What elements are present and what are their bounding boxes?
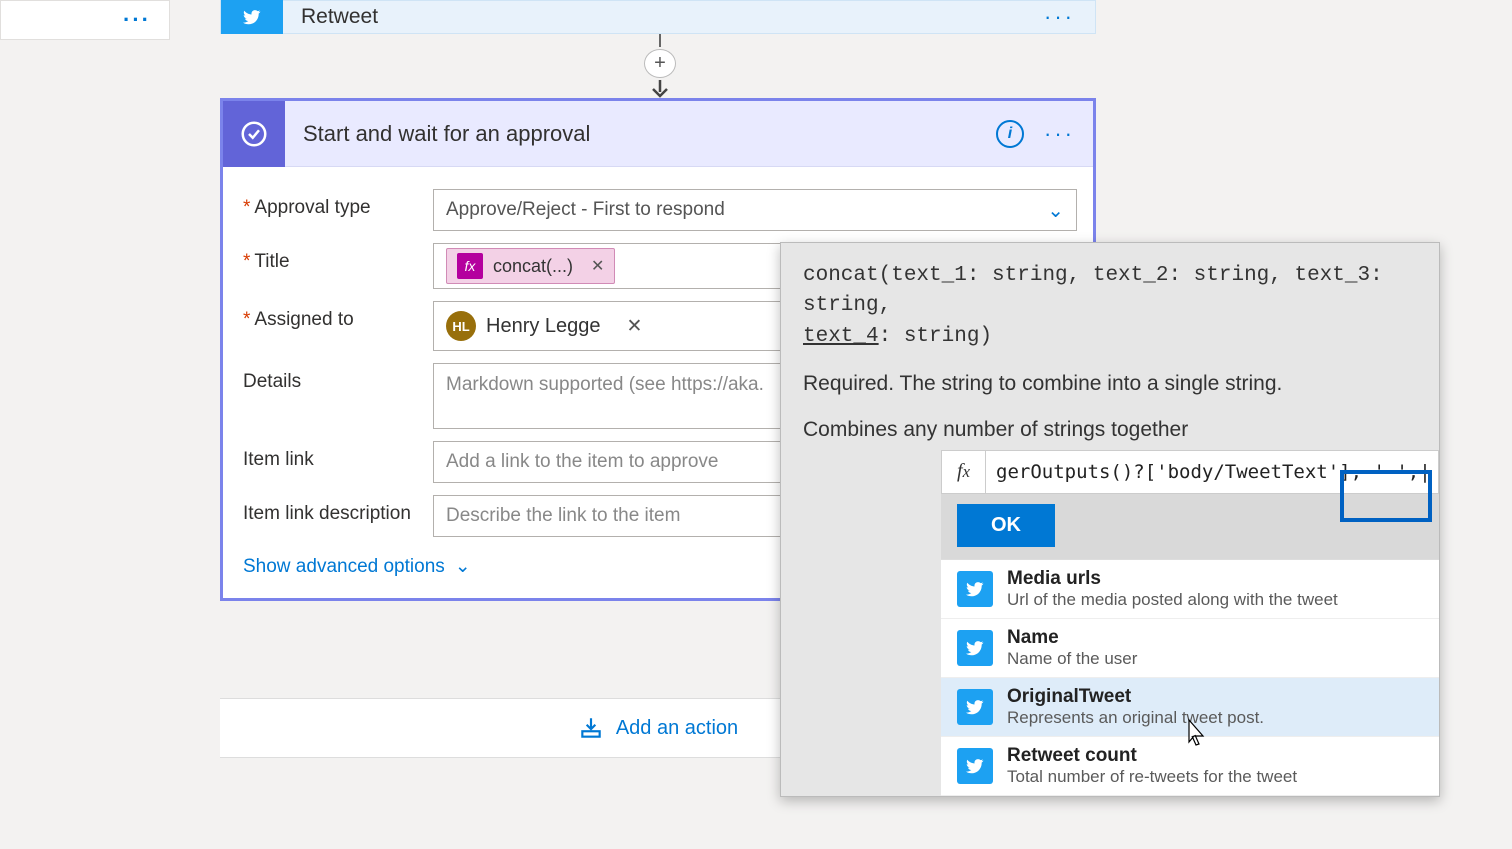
- field-approval-type: *Approval type Approve/Reject - First to…: [243, 189, 1077, 231]
- dynamic-content-list: Media urlsUrl of the media posted along …: [941, 559, 1439, 796]
- twitter-icon: [957, 748, 993, 784]
- expression-signature: concat(text_1: string, text_2: string, t…: [781, 243, 1439, 358]
- ellipsis-icon[interactable]: ···: [123, 7, 151, 33]
- chevron-down-icon: ⌄: [1047, 198, 1064, 223]
- twitter-icon: [221, 0, 283, 34]
- approval-more-icon[interactable]: ···: [1044, 121, 1075, 147]
- chevron-down-icon: ⌄: [455, 555, 471, 578]
- twitter-icon: [957, 689, 993, 725]
- retweet-title: Retweet: [301, 5, 1044, 29]
- add-action-label: Add an action: [616, 717, 738, 740]
- approval-title: Start and wait for an approval: [303, 121, 996, 147]
- add-step-button[interactable]: +: [644, 49, 676, 78]
- fx-icon: fx: [457, 253, 483, 279]
- ok-button[interactable]: OK: [957, 504, 1055, 547]
- approval-type-label: Approval type: [254, 197, 370, 218]
- arrow-down-icon: [649, 80, 671, 100]
- mouse-cursor-icon: [1182, 718, 1208, 753]
- info-icon[interactable]: i: [996, 120, 1024, 148]
- remove-person-icon[interactable]: ✕: [627, 315, 643, 338]
- selection-highlight: [1340, 470, 1432, 522]
- approval-type-select[interactable]: Approve/Reject - First to respond ⌄: [433, 189, 1077, 231]
- flow-connector: +: [640, 34, 680, 100]
- fx-icon: fx: [941, 450, 985, 494]
- remove-token-icon[interactable]: ✕: [591, 256, 604, 276]
- item-link-label: Item link: [243, 449, 314, 470]
- expression-description: Combines any number of strings together: [781, 418, 1439, 450]
- twitter-icon: [957, 571, 993, 607]
- dynamic-item-name[interactable]: NameName of the user: [941, 619, 1439, 678]
- approval-icon: [223, 101, 285, 167]
- retweet-action-card[interactable]: Retweet ···: [220, 0, 1096, 34]
- more-icon[interactable]: ···: [1044, 4, 1075, 30]
- item-link-desc-label: Item link description: [243, 503, 411, 524]
- title-label: Title: [254, 251, 289, 272]
- assigned-label: Assigned to: [254, 309, 353, 330]
- dynamic-item-media-urls[interactable]: Media urlsUrl of the media posted along …: [941, 560, 1439, 619]
- twitter-icon: [957, 630, 993, 666]
- avatar: HL: [446, 311, 476, 341]
- approval-header[interactable]: Start and wait for an approval i ···: [223, 101, 1093, 167]
- details-label: Details: [243, 371, 301, 392]
- expression-required: Required. The string to combine into a s…: [781, 358, 1439, 418]
- person-chip[interactable]: HL Henry Legge ✕: [446, 311, 642, 341]
- expression-token[interactable]: fx concat(...) ✕: [446, 248, 615, 284]
- left-card: ···: [0, 0, 170, 40]
